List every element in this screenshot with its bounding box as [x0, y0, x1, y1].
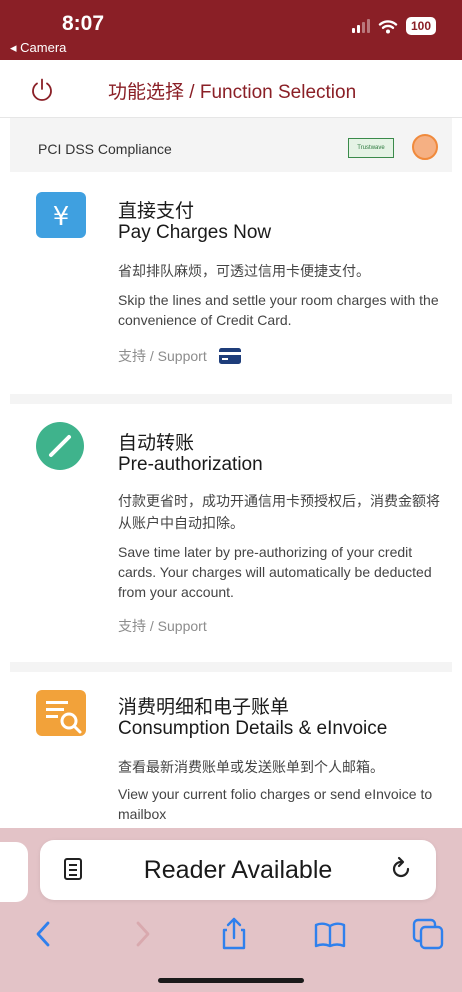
- card-desc-cn: 查看最新消费账单或发送账单到个人邮箱。: [118, 759, 384, 775]
- support-label: 支持 / Support: [118, 348, 207, 364]
- card-desc-en: Save time later by pre-authorizing of yo…: [118, 544, 432, 600]
- tabs-icon[interactable]: [410, 916, 446, 952]
- card-support: 支持 / Support: [118, 616, 207, 636]
- card-title-en: Pay Charges Now: [118, 222, 272, 243]
- yen-icon: ¥: [36, 192, 86, 238]
- card-title-en: Consumption Details & eInvoice: [118, 718, 388, 739]
- browser-toolbar: [0, 912, 462, 962]
- bookmarks-icon[interactable]: [312, 916, 348, 952]
- battery-icon: 100: [405, 17, 436, 35]
- page-header: 功能选择 / Function Selection: [0, 60, 462, 118]
- svg-text:¥: ¥: [53, 202, 70, 232]
- status-icons: 100: [351, 17, 436, 35]
- forward-icon[interactable]: [124, 916, 160, 952]
- back-to-camera-link[interactable]: ◂ Camera: [10, 40, 66, 56]
- signal-icon: [351, 19, 370, 33]
- credit-card-icon: [218, 348, 241, 364]
- power-icon[interactable]: [28, 76, 56, 104]
- trustwave-badge-icon: Trustwave: [348, 138, 394, 158]
- function-list: ¥ 直接支付 Pay Charges Now 省却排队麻烦，可透过信用卡便捷支付…: [10, 172, 452, 828]
- page-title: 功能选择 / Function Selection: [108, 82, 357, 103]
- card-desc-en: Skip the lines and settle your room char…: [118, 292, 439, 328]
- home-indicator[interactable]: [158, 978, 304, 983]
- consumption-details-card[interactable]: 消费明细和电子账单 Consumption Details & eInvoice…: [10, 672, 452, 828]
- card-desc-cn: 付款更省时，成功开通信用卡预授权后，消费金额将从账户中自动扣除。: [118, 493, 440, 531]
- card-desc-cn: 省却排队麻烦，可透过信用卡便捷支付。: [118, 263, 370, 279]
- compliance-label: PCI DSS Compliance: [38, 141, 172, 157]
- card-title-cn: 直接支付: [118, 201, 195, 222]
- back-icon[interactable]: [26, 916, 62, 952]
- share-icon[interactable]: [216, 916, 252, 952]
- previous-tab-preview[interactable]: [0, 842, 28, 902]
- browser-bottom-bar: Reader Available: [0, 828, 462, 992]
- card-desc-en: View your current folio charges or send …: [118, 786, 433, 822]
- address-bar[interactable]: Reader Available: [40, 840, 436, 900]
- compliance-banner: PCI DSS Compliance Trustwave: [10, 118, 452, 172]
- wifi-icon: [378, 19, 398, 33]
- card-title-en: Pre-authorization: [118, 454, 263, 475]
- pay-charges-card[interactable]: ¥ 直接支付 Pay Charges Now 省却排队麻烦，可透过信用卡便捷支付…: [10, 172, 452, 394]
- security-seal-icon: [412, 134, 438, 160]
- invoice-search-icon: [36, 690, 86, 736]
- pre-authorization-card[interactable]: 自动转账 Pre-authorization 付款更省时，成功开通信用卡预授权后…: [10, 404, 452, 662]
- checkmark-circle-icon: [36, 422, 84, 470]
- reader-available-label: Reader Available: [143, 856, 333, 884]
- card-support: 支持 / Support: [118, 346, 241, 366]
- reload-icon[interactable]: [386, 854, 416, 884]
- support-label: 支持 / Support: [118, 618, 207, 634]
- status-bar: 8:07 ◂ Camera 100: [0, 0, 462, 60]
- card-title-cn: 自动转账: [118, 433, 195, 454]
- status-time: 8:07: [62, 12, 105, 35]
- card-title-cn: 消费明细和电子账单: [118, 697, 290, 718]
